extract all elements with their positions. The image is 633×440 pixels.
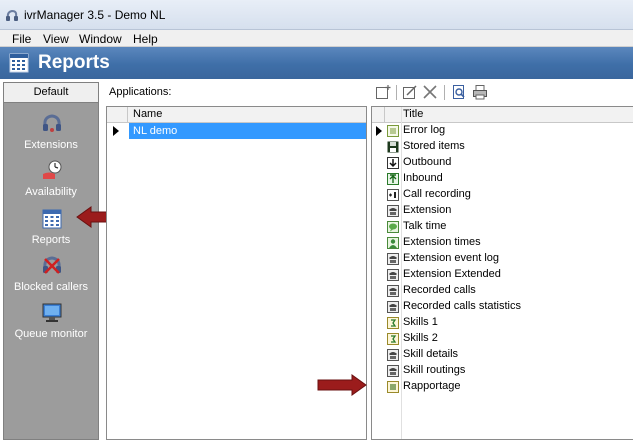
report-row-recorded-calls[interactable]: Recorded calls <box>372 283 633 299</box>
report-row-skills-1[interactable]: Skills 1 <box>372 315 633 331</box>
new-icon[interactable] <box>375 84 391 100</box>
report-row-extension[interactable]: Extension <box>372 203 633 219</box>
sidebar-item-queue-monitor[interactable]: Queue monitor <box>4 302 98 348</box>
talk-time-icon <box>387 221 399 233</box>
menu-file[interactable]: File <box>12 32 31 46</box>
module-header: Reports <box>0 47 633 79</box>
report-row-skill-routings[interactable]: Skill routings <box>372 363 633 379</box>
call-recording-icon <box>387 189 399 201</box>
phone-icon <box>387 269 399 281</box>
phone-icon <box>387 301 399 313</box>
preview-icon[interactable] <box>451 84 467 100</box>
toolbar-separator <box>444 85 445 100</box>
report-row-talk-time[interactable]: Talk time <box>372 219 633 235</box>
report-row-extension-event-log[interactable]: Extension event log <box>372 251 633 267</box>
sidebar-tab-default[interactable]: Default <box>4 83 98 103</box>
sidebar-item-label: Blocked callers <box>14 281 88 293</box>
application-row[interactable]: NL demo <box>129 123 366 139</box>
phone-icon <box>387 365 399 377</box>
report-row-rapportage[interactable]: Rapportage <box>372 379 633 395</box>
grid-header: Title <box>372 107 633 123</box>
report-row-skills-2[interactable]: Skills 2 <box>372 331 633 347</box>
phone-icon <box>387 349 399 361</box>
edit-icon[interactable] <box>402 84 418 100</box>
applications-label: Applications: <box>109 86 172 98</box>
app-icon <box>6 9 18 21</box>
reports-toolbar <box>371 82 633 104</box>
sidebar-item-availability[interactable]: Availability <box>4 160 98 206</box>
skills-icon <box>387 317 399 329</box>
row-pointer-icon <box>113 126 119 136</box>
column-header-title[interactable]: Title <box>403 108 423 120</box>
report-row-extension-extended[interactable]: Extension Extended <box>372 267 633 283</box>
menu-window[interactable]: Window <box>79 32 122 46</box>
report-row-stored-items[interactable]: Stored items <box>372 139 633 155</box>
sidebar-item-extensions[interactable]: Extensions <box>4 113 98 159</box>
print-icon[interactable] <box>472 84 488 100</box>
page-title: Reports <box>38 52 110 73</box>
rapportage-icon <box>387 381 399 393</box>
reports-grid: Title Error log Stored items Outbound In… <box>371 106 633 440</box>
floppy-icon <box>387 141 399 153</box>
menubar: File View Window Help <box>0 30 633 47</box>
reports-icon <box>9 53 29 73</box>
skills-icon <box>387 333 399 345</box>
grid-header: Name <box>107 107 366 123</box>
error-log-icon <box>387 125 399 137</box>
report-row-skill-details[interactable]: Skill details <box>372 347 633 363</box>
delete-icon[interactable] <box>422 84 438 100</box>
report-row-recorded-calls-statistics[interactable]: Recorded calls statistics <box>372 299 633 315</box>
report-row-error-log[interactable]: Error log <box>372 123 633 139</box>
sidebar-item-blocked-callers[interactable]: Blocked callers <box>4 255 98 301</box>
blocked-callers-icon <box>43 256 61 274</box>
menu-help[interactable]: Help <box>133 32 158 46</box>
window-title: ivrManager 3.5 - Demo NL <box>24 8 166 22</box>
phone-icon <box>387 285 399 297</box>
report-row-extension-times[interactable]: Extension times <box>372 235 633 251</box>
menu-view[interactable]: View <box>43 32 69 46</box>
extensions-icon <box>43 114 61 132</box>
sidebar-item-label: Extensions <box>24 139 78 151</box>
sidebar-item-label: Queue monitor <box>14 328 88 340</box>
row-selector-header <box>107 107 128 123</box>
phone-icon <box>387 253 399 265</box>
report-row-call-recording[interactable]: Call recording <box>372 187 633 203</box>
queue-monitor-icon <box>42 303 62 322</box>
report-row-inbound[interactable]: Inbound <box>372 171 633 187</box>
sidebar-item-label: Availability <box>25 186 77 198</box>
column-header-name[interactable]: Name <box>133 108 162 120</box>
sidebar-item-label: Reports <box>31 234 71 246</box>
row-selector-header <box>372 107 385 123</box>
inbound-icon <box>387 173 399 185</box>
reports-icon <box>42 209 62 229</box>
sidebar: Default Extensions Availability Reports … <box>3 82 99 440</box>
outbound-icon <box>387 157 399 169</box>
report-row-outbound[interactable]: Outbound <box>372 155 633 171</box>
extension-times-icon <box>387 237 399 249</box>
window-titlebar: ivrManager 3.5 - Demo NL <box>0 0 633 30</box>
highlight-arrow-icon <box>317 374 367 396</box>
phone-icon <box>387 205 399 217</box>
toolbar-separator <box>396 85 397 100</box>
availability-icon <box>43 160 62 179</box>
